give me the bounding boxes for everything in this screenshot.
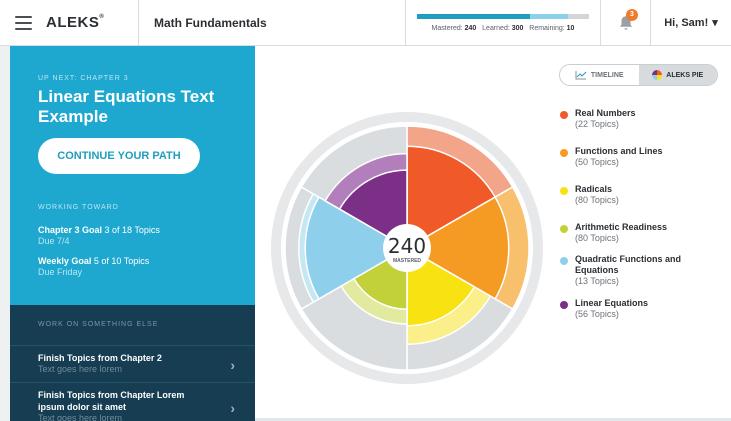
progress-remaining-segment bbox=[568, 13, 589, 19]
up-next-title: Linear Equations Text Example bbox=[38, 87, 215, 126]
left-panel: UP NEXT: CHAPTER 3 Linear Equations Text… bbox=[10, 46, 255, 421]
main-content: TIMELINE ALEKS PIE 240 MASTERED Real Numb… bbox=[255, 46, 731, 418]
up-next-card: UP NEXT: CHAPTER 3 Linear Equations Text… bbox=[10, 46, 255, 305]
hamburger-menu-icon[interactable] bbox=[0, 0, 46, 46]
chapter-goal[interactable]: Chapter 3 Goal 3 of 18 Topics Due 7/4 bbox=[38, 225, 160, 247]
up-next-label: UP NEXT: CHAPTER 3 bbox=[38, 75, 129, 82]
legend-item-arithmetic-readiness[interactable]: Arithmetic Readiness (80 Topics) bbox=[560, 222, 730, 244]
legend-item-linear-equations[interactable]: Linear Equations (56 Topics) bbox=[560, 298, 730, 320]
notifications-button[interactable]: 3 bbox=[600, 0, 650, 46]
tab-timeline[interactable]: TIMELINE bbox=[560, 65, 639, 85]
aleks-logo[interactable]: ALEKS® bbox=[46, 14, 138, 31]
progress-learned-segment bbox=[530, 13, 568, 19]
progress-mastered-segment bbox=[417, 13, 530, 19]
notification-badge: 3 bbox=[626, 8, 638, 21]
top-header: ALEKS® Math Fundamentals Mastered: 240 L… bbox=[0, 0, 731, 46]
weekly-goal[interactable]: Weekly Goal 5 of 10 Topics Due Friday bbox=[38, 256, 149, 278]
view-toggle: TIMELINE ALEKS PIE bbox=[559, 64, 718, 86]
aleks-pie-chart[interactable]: 240MASTERED bbox=[267, 108, 547, 388]
line-chart-icon bbox=[575, 71, 587, 80]
progress-bar bbox=[417, 13, 589, 19]
work-on-something-else: WORK ON SOMETHING ELSE Finish Topics fro… bbox=[10, 305, 255, 421]
chevron-right-icon: › bbox=[230, 399, 235, 416]
course-title[interactable]: Math Fundamentals bbox=[139, 16, 405, 30]
legend-item-radicals[interactable]: Radicals (80 Topics) bbox=[560, 184, 730, 206]
legend-item-real-numbers[interactable]: Real Numbers (22 Topics) bbox=[560, 108, 730, 130]
pie-center-value: 240 bbox=[388, 234, 426, 258]
legend-dot bbox=[560, 301, 568, 309]
legend-dot bbox=[560, 187, 568, 195]
list-item[interactable]: Finish Topics from Chapter 2 Text goes h… bbox=[10, 345, 255, 381]
legend-item-quadratic-functions[interactable]: Quadratic Functions and Equations (13 To… bbox=[560, 254, 730, 287]
aleks-app: ALEKS® Math Fundamentals Mastered: 240 L… bbox=[0, 0, 731, 421]
tab-aleks-pie[interactable]: ALEKS PIE bbox=[638, 65, 717, 85]
user-greeting: Hi, Sam! bbox=[664, 16, 709, 29]
user-menu[interactable]: Hi, Sam! ▾ bbox=[650, 0, 731, 46]
working-toward-label: WORKING TOWARD bbox=[38, 204, 119, 211]
legend-dot bbox=[560, 257, 568, 265]
progress-labels: Mastered: 240 Learned: 300 Remaining: 10 bbox=[431, 24, 575, 32]
work-else-label: WORK ON SOMETHING ELSE bbox=[38, 321, 159, 328]
legend-dot bbox=[560, 149, 568, 157]
legend-item-functions-and-lines[interactable]: Functions and Lines (50 Topics) bbox=[560, 146, 730, 168]
course-progress[interactable]: Mastered: 240 Learned: 300 Remaining: 10 bbox=[405, 0, 600, 46]
pie-center-label: MASTERED bbox=[393, 258, 421, 264]
chevron-down-icon: ▾ bbox=[712, 17, 718, 29]
list-item[interactable]: Finish Topics from Chapter Lorem ipsum d… bbox=[10, 382, 255, 421]
legend-dot bbox=[560, 225, 568, 233]
legend-dot bbox=[560, 111, 568, 119]
chevron-right-icon: › bbox=[230, 356, 235, 373]
pie-icon bbox=[652, 70, 663, 80]
continue-path-button[interactable]: CONTINUE YOUR PATH bbox=[38, 138, 200, 174]
